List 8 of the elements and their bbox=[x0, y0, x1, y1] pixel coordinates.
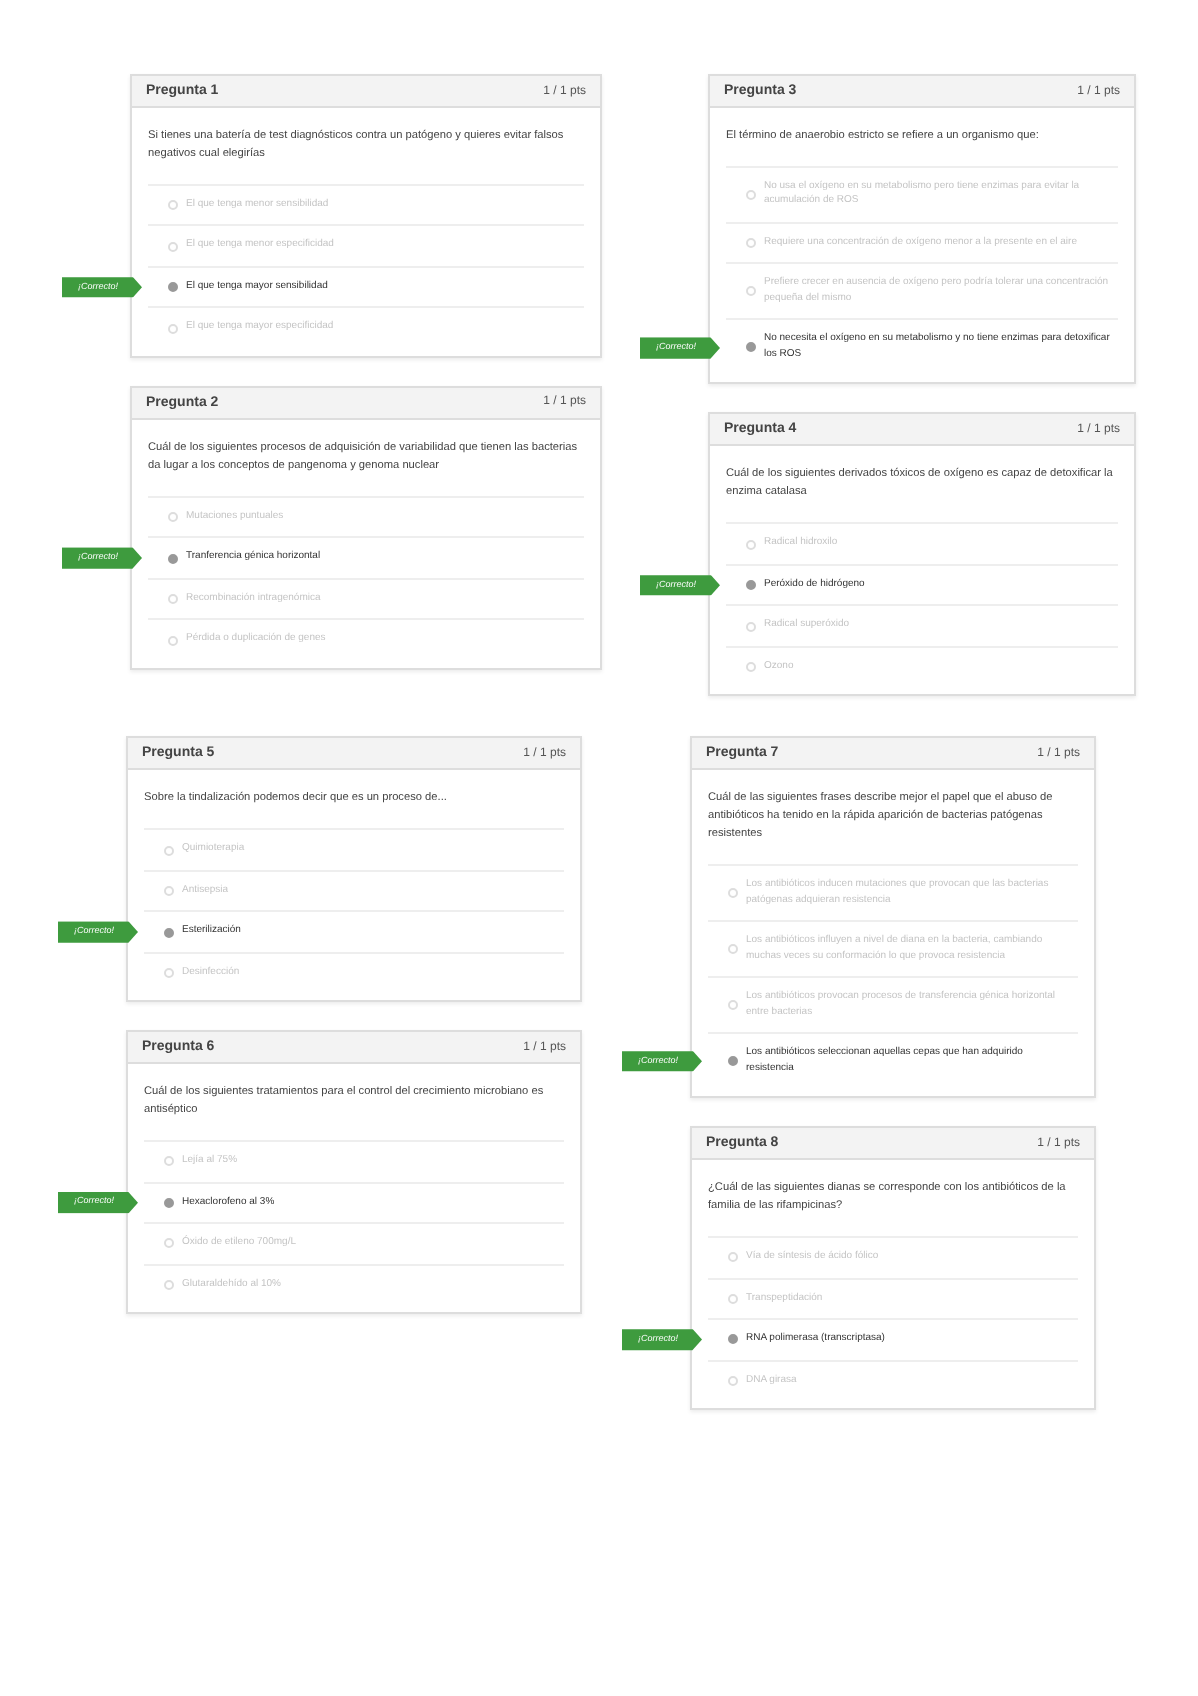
radio-button[interactable] bbox=[164, 927, 174, 937]
radio-button[interactable] bbox=[164, 1197, 174, 1208]
radio-button[interactable] bbox=[746, 580, 756, 591]
radio-button[interactable] bbox=[728, 1334, 738, 1345]
radio-button[interactable] bbox=[746, 342, 756, 353]
radio-button[interactable] bbox=[168, 282, 178, 293]
radio-button[interactable] bbox=[168, 553, 178, 563]
radio-button[interactable] bbox=[728, 1056, 738, 1067]
